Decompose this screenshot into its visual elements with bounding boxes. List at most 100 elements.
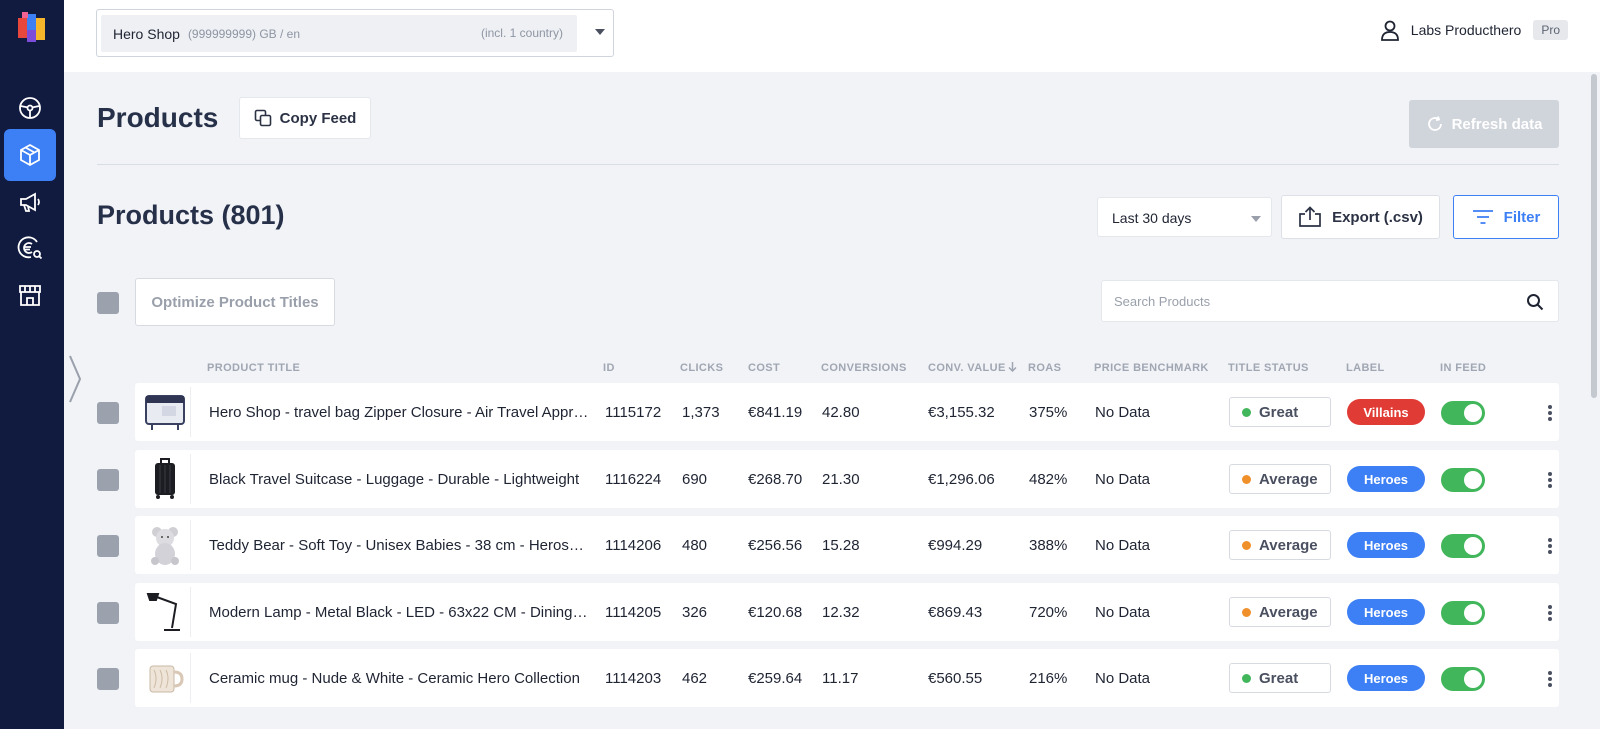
product-title[interactable]: Black Travel Suitcase - Luggage - Durabl… <box>209 450 589 508</box>
scrollbar-thumb[interactable] <box>1591 74 1597 398</box>
in-feed-toggle[interactable] <box>1441 534 1485 558</box>
title-status-text: Average <box>1259 603 1318 621</box>
in-feed-toggle[interactable] <box>1441 401 1485 425</box>
table-row[interactable]: Ceramic mug - Nude & White - Ceramic Her… <box>135 649 1559 707</box>
table-row[interactable]: Black Travel Suitcase - Luggage - Durabl… <box>135 450 1559 508</box>
nav-store[interactable] <box>4 269 56 321</box>
more-options-icon[interactable] <box>1545 470 1555 490</box>
product-conv-value: €994.29 <box>928 536 983 554</box>
product-title[interactable]: Modern Lamp - Metal Black - LED - 63x22 … <box>209 583 589 641</box>
label-badge[interactable]: Heroes <box>1347 532 1425 558</box>
status-dot <box>1242 540 1251 550</box>
column-header-cost[interactable]: COST <box>748 362 780 374</box>
product-cost: €268.70 <box>748 470 803 488</box>
column-header-roas[interactable]: ROAS <box>1028 362 1061 374</box>
product-cost: €120.68 <box>748 603 803 621</box>
column-header-price-benchmark[interactable]: PRICE BENCHMARK <box>1094 362 1209 374</box>
plan-badge: Pro <box>1533 20 1568 40</box>
nav-campaigns[interactable] <box>4 176 56 228</box>
column-header-clicks[interactable]: CLICKS <box>680 362 723 374</box>
suitcase-thumbnail <box>139 454 191 504</box>
product-price-benchmark: No Data <box>1095 470 1151 488</box>
in-feed-toggle[interactable] <box>1441 601 1485 625</box>
product-price-benchmark: No Data <box>1095 536 1151 554</box>
nav-products[interactable] <box>4 129 56 181</box>
export-csv-button[interactable]: Export (.csv) <box>1281 195 1440 239</box>
title-status-badge[interactable]: Average <box>1229 464 1331 494</box>
copy-feed-button[interactable]: Copy Feed <box>239 97 371 139</box>
product-price-benchmark: No Data <box>1095 403 1151 421</box>
shop-name: Hero Shop <box>113 25 180 42</box>
product-roas: 216% <box>1029 669 1068 687</box>
chevron-right-icon <box>69 355 82 403</box>
product-price-benchmark: No Data <box>1095 669 1151 687</box>
product-id: 1114205 <box>605 603 662 621</box>
date-range-select[interactable]: Last 30 days <box>1097 197 1272 237</box>
column-header-conv-value[interactable]: CONV. VALUE <box>928 362 1017 374</box>
product-title[interactable]: Hero Shop - travel bag Zipper Closure - … <box>209 383 589 441</box>
column-header-title[interactable]: PRODUCT TITLE <box>207 362 300 374</box>
nav-dashboard[interactable] <box>4 82 56 134</box>
filter-button[interactable]: Filter <box>1453 195 1559 239</box>
column-header-title-status[interactable]: TITLE STATUS <box>1228 362 1309 374</box>
more-options-icon[interactable] <box>1545 536 1555 556</box>
title-status-badge[interactable]: Average <box>1229 597 1331 627</box>
refresh-data-label: Refresh data <box>1451 115 1543 133</box>
product-conversions: 11.17 <box>822 669 859 687</box>
label-badge[interactable]: Heroes <box>1347 466 1425 492</box>
product-price-benchmark: No Data <box>1095 603 1151 621</box>
column-header-in-feed[interactable]: IN FEED <box>1440 362 1486 374</box>
search-input[interactable] <box>1102 281 1502 321</box>
column-header-label[interactable]: LABEL <box>1346 362 1385 374</box>
product-id: 1114203 <box>605 669 662 687</box>
column-header-conversions[interactable]: CONVERSIONS <box>821 362 907 374</box>
product-conv-value: €869.43 <box>928 603 983 621</box>
product-conv-value: €560.55 <box>928 669 983 687</box>
column-header-id[interactable]: ID <box>603 362 615 374</box>
row-checkbox[interactable] <box>97 602 119 624</box>
product-roas: 482% <box>1029 470 1068 488</box>
user-menu[interactable]: Labs Producthero Pro <box>1379 19 1568 41</box>
in-feed-toggle[interactable] <box>1441 468 1485 492</box>
label-badge[interactable]: Villains <box>1347 399 1425 425</box>
product-clicks: 480 <box>682 536 708 554</box>
row-checkbox[interactable] <box>97 402 119 424</box>
product-roas: 375% <box>1029 403 1068 421</box>
nav-pricing[interactable] <box>4 222 56 274</box>
page-scrollbar[interactable] <box>1588 72 1600 729</box>
shop-selector-value: Hero Shop (999999999) GB / en (incl. 1 c… <box>101 15 577 52</box>
row-checkbox[interactable] <box>97 535 119 557</box>
export-csv-label: Export (.csv) <box>1332 208 1423 226</box>
select-all-checkbox[interactable] <box>97 292 119 314</box>
sidebar-expand-handle[interactable] <box>68 354 82 404</box>
product-title[interactable]: Teddy Bear - Soft Toy - Unisex Babies - … <box>209 516 589 574</box>
more-options-icon[interactable] <box>1545 603 1555 623</box>
title-status-badge[interactable]: Great <box>1229 663 1331 693</box>
title-status-text: Great <box>1259 669 1299 687</box>
label-badge[interactable]: Heroes <box>1347 665 1425 691</box>
optimize-titles-button[interactable]: Optimize Product Titles <box>135 278 335 326</box>
product-title[interactable]: Ceramic mug - Nude & White - Ceramic Her… <box>209 649 589 707</box>
more-options-icon[interactable] <box>1545 403 1555 423</box>
refresh-data-button[interactable]: Refresh data <box>1409 100 1559 148</box>
product-conversions: 12.32 <box>822 603 860 621</box>
search-icon[interactable] <box>1526 293 1544 311</box>
table-row[interactable]: Teddy Bear - Soft Toy - Unisex Babies - … <box>135 516 1559 574</box>
title-status-badge[interactable]: Average <box>1229 530 1331 560</box>
caret-down-icon[interactable] <box>595 29 605 35</box>
row-checkbox[interactable] <box>97 668 119 690</box>
title-status-badge[interactable]: Great <box>1229 397 1331 427</box>
in-feed-toggle[interactable] <box>1441 667 1485 691</box>
product-cost: €256.56 <box>748 536 803 554</box>
app-logo[interactable] <box>16 10 48 44</box>
product-title-text: Teddy Bear - Soft Toy - Unisex Babies - … <box>209 536 589 554</box>
table-row[interactable]: Hero Shop - travel bag Zipper Closure - … <box>135 383 1559 441</box>
label-badge[interactable]: Heroes <box>1347 599 1425 625</box>
product-title-text: Hero Shop - travel bag Zipper Closure - … <box>209 403 589 421</box>
status-dot <box>1242 673 1251 683</box>
table-row[interactable]: Modern Lamp - Metal Black - LED - 63x22 … <box>135 583 1559 641</box>
row-checkbox[interactable] <box>97 469 119 491</box>
more-options-icon[interactable] <box>1545 669 1555 689</box>
divider <box>97 164 1559 165</box>
shop-selector[interactable]: Hero Shop (999999999) GB / en (incl. 1 c… <box>96 9 614 57</box>
